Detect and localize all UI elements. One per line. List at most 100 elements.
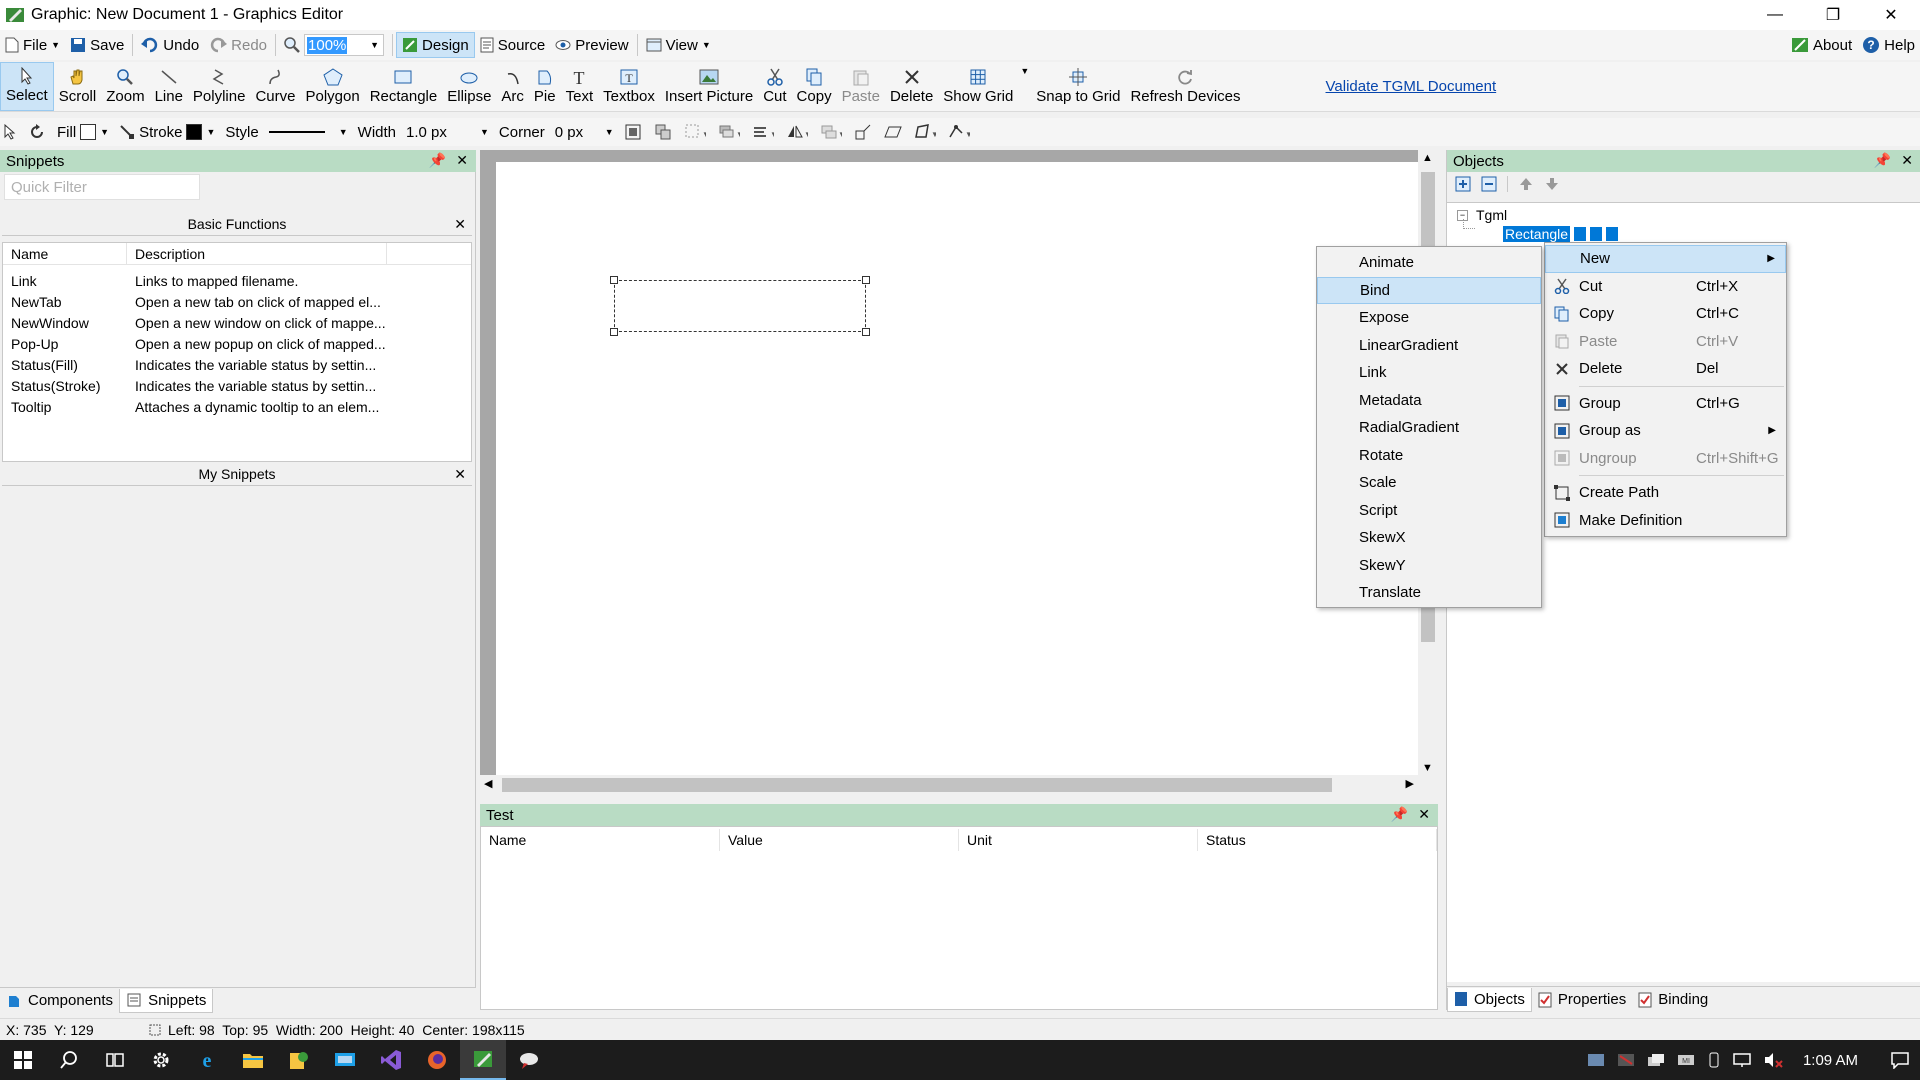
menu-item-paste[interactable]: Paste Ctrl+V — [1545, 328, 1786, 356]
stroke-swatch[interactable] — [186, 124, 203, 140]
expand-all-icon[interactable] — [1455, 176, 1471, 192]
table-row[interactable]: NewTab Open a new tab on click of mapped … — [3, 291, 471, 312]
order-icon[interactable]: ▼ — [718, 123, 740, 141]
close-panel-icon[interactable]: ✕ — [1418, 806, 1430, 823]
resize-handle[interactable] — [862, 276, 870, 284]
align-icon[interactable]: ▼ — [752, 123, 774, 141]
tray-remote-icon[interactable] — [1647, 1052, 1665, 1068]
tool-show-grid[interactable]: Show Grid — [938, 62, 1018, 111]
close-icon[interactable]: ✕ — [454, 462, 466, 486]
taskbar-app-3[interactable] — [506, 1040, 552, 1080]
source-mode-button[interactable]: Source — [475, 32, 551, 58]
tray-network-icon[interactable] — [1733, 1052, 1751, 1068]
my-snippets-header[interactable]: My Snippets ✕ — [2, 462, 472, 486]
ungroup-icon[interactable]: ▼ — [684, 123, 706, 141]
tool-ellipse[interactable]: Ellipse — [442, 62, 496, 111]
tab-snippets[interactable]: Snippets — [119, 988, 214, 1013]
style-control[interactable]: Style ▼ — [220, 119, 352, 145]
submenu-item-radialgradient[interactable]: RadialGradient — [1317, 414, 1541, 442]
tray-volume-muted-icon[interactable] — [1763, 1052, 1783, 1068]
size-icon[interactable] — [854, 123, 872, 141]
table-row[interactable]: Status(Fill) Indicates the variable statu… — [3, 354, 471, 375]
column-header-status[interactable]: Status — [1198, 829, 1437, 851]
tool-textbox[interactable]: T Textbox — [598, 62, 660, 111]
help-button[interactable]: ? Help — [1857, 32, 1920, 58]
tab-components[interactable]: Components — [0, 989, 119, 1013]
submenu-item-translate[interactable]: Translate — [1317, 579, 1541, 607]
close-button[interactable]: ✕ — [1862, 0, 1920, 30]
menu-item-delete[interactable]: Delete Del — [1545, 355, 1786, 383]
save-button[interactable]: Save — [65, 32, 129, 58]
menu-item-group-as[interactable]: Group as ▶ — [1545, 417, 1786, 445]
column-header-name[interactable]: Name — [481, 829, 720, 851]
design-canvas[interactable] — [496, 162, 1418, 776]
undo-button[interactable]: Undo — [136, 32, 204, 58]
menu-item-new[interactable]: New ▶ — [1545, 245, 1786, 273]
taskbar-app-2[interactable] — [322, 1040, 368, 1080]
restore-button[interactable]: ❐ — [1804, 0, 1862, 30]
close-panel-icon[interactable]: ✕ — [1901, 152, 1913, 169]
fill-control[interactable]: Fill ▼ — [52, 119, 114, 145]
submenu-item-lineargradient[interactable]: LinearGradient — [1317, 332, 1541, 360]
tool-pie[interactable]: Pie — [529, 62, 561, 111]
fill-swatch[interactable] — [80, 124, 97, 140]
submenu-item-bind[interactable]: Bind — [1317, 276, 1541, 304]
tree-node-rectangle[interactable]: Rectangle — [1503, 226, 1619, 242]
scroll-down-icon[interactable]: ▼ — [1422, 762, 1433, 774]
close-icon[interactable]: ✕ — [454, 212, 466, 236]
submenu-item-skewx[interactable]: SkewX — [1317, 524, 1541, 552]
path-edit-icon[interactable]: ▼ — [948, 123, 970, 141]
horizontal-scrollbar[interactable]: ◀ ▶ — [480, 775, 1438, 795]
basic-functions-header[interactable]: Basic Functions ✕ — [2, 212, 472, 236]
column-header-unit[interactable]: Unit — [959, 829, 1198, 851]
taskbar-app-1[interactable] — [276, 1040, 322, 1080]
menu-item-copy[interactable]: Copy Ctrl+C — [1545, 300, 1786, 328]
horizontal-scroll-thumb[interactable] — [502, 778, 1332, 792]
show-grid-dropdown[interactable]: ▼ — [1018, 62, 1031, 111]
distribute-icon[interactable]: ▼ — [820, 123, 842, 141]
preview-mode-button[interactable]: Preview — [550, 32, 633, 58]
taskbar-settings[interactable] — [138, 1040, 184, 1080]
group-icon[interactable] — [654, 123, 672, 141]
scroll-up-icon[interactable]: ▲ — [1422, 152, 1433, 164]
resize-handle[interactable] — [610, 276, 618, 284]
redo-button[interactable]: Redo — [204, 32, 272, 58]
tool-zoom[interactable]: Zoom — [101, 62, 149, 111]
validate-tgml-link[interactable]: Validate TGML Document — [1326, 78, 1497, 95]
menu-item-ungroup[interactable]: Ungroup Ctrl+Shift+G — [1545, 445, 1786, 473]
tool-polyline[interactable]: Polyline — [188, 62, 251, 111]
tool-delete[interactable]: Delete — [885, 62, 938, 111]
transform-icon[interactable]: ▼ — [914, 123, 936, 141]
submenu-item-expose[interactable]: Expose — [1317, 304, 1541, 332]
pin-icon[interactable]: 📌 — [429, 152, 446, 169]
submenu-item-metadata[interactable]: Metadata — [1317, 387, 1541, 415]
column-header-name[interactable]: Name — [3, 243, 127, 264]
column-header-description[interactable]: Description — [127, 243, 387, 264]
select-mode-button[interactable] — [0, 119, 26, 145]
minimize-button[interactable]: — — [1746, 0, 1804, 30]
start-button[interactable] — [0, 1040, 46, 1080]
tool-text[interactable]: T Text — [561, 62, 599, 111]
lock-toggle[interactable] — [1590, 227, 1603, 241]
collapse-all-icon[interactable] — [1481, 176, 1497, 192]
view-menu-button[interactable]: View ▼ — [641, 32, 716, 58]
width-control[interactable]: Width 1.0 px ▼ — [353, 119, 494, 145]
move-up-icon[interactable] — [1518, 176, 1534, 192]
tool-rectangle[interactable]: Rectangle — [365, 62, 443, 111]
notifications-icon[interactable] — [1890, 1051, 1910, 1069]
stroke-control[interactable]: Stroke ▼ — [114, 119, 220, 145]
menu-item-group[interactable]: Group Ctrl+G — [1545, 390, 1786, 418]
tray-network-monitor-icon[interactable] — [1617, 1052, 1635, 1068]
tool-polygon[interactable]: Polygon — [300, 62, 364, 111]
tool-cut[interactable]: Cut — [758, 62, 791, 111]
pin-icon[interactable]: 📌 — [1874, 152, 1891, 169]
visibility-toggle[interactable] — [1574, 227, 1587, 241]
selected-rectangle[interactable] — [610, 276, 870, 336]
submenu-item-link[interactable]: Link — [1317, 359, 1541, 387]
corner-control[interactable]: Corner 0 px ▼ — [494, 119, 619, 145]
taskbar-file-explorer[interactable] — [230, 1040, 276, 1080]
column-header-value[interactable]: Value — [720, 829, 959, 851]
submenu-item-skewy[interactable]: SkewY — [1317, 552, 1541, 580]
menu-item-cut[interactable]: Cut Ctrl+X — [1545, 273, 1786, 301]
tab-binding[interactable]: Binding — [1632, 988, 1714, 1012]
